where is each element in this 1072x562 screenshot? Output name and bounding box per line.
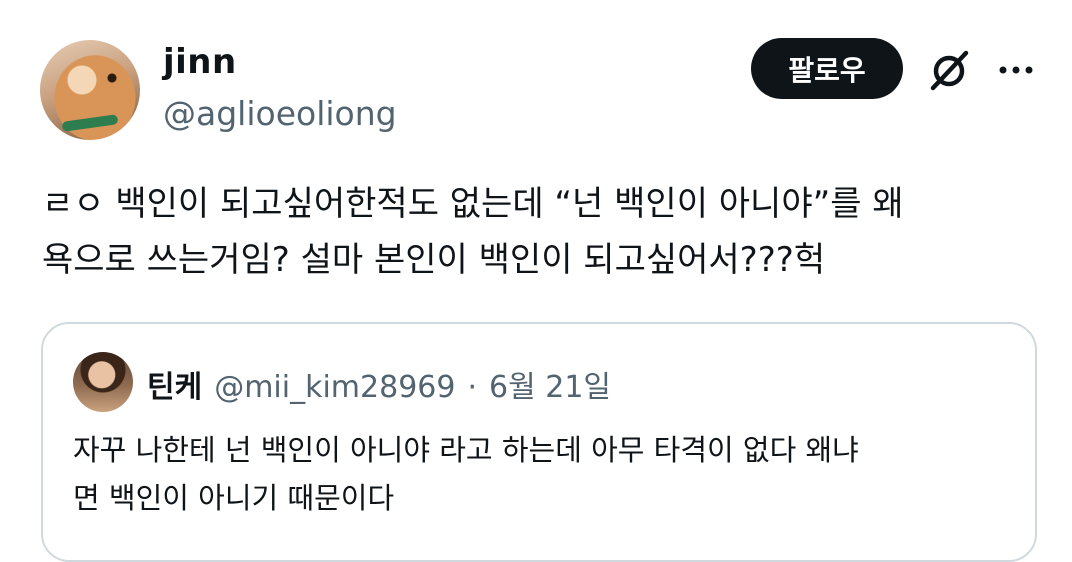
quoted-tweet[interactable]: 틴케 @mii_kim28969 · 6월 21일 자꾸 나한테 넌 백인이 아… — [41, 322, 1037, 562]
quoted-text: 자꾸 나한테 넌 백인이 아니야 라고 하는데 아무 타격이 없다 왜냐 면 백… — [73, 433, 859, 515]
quoted-separator: · — [467, 370, 478, 405]
follow-button[interactable]: 팔로우 — [751, 38, 903, 99]
quoted-date[interactable]: 6월 21일 — [489, 362, 611, 406]
quoted-header: 틴케 @mii_kim28969 · 6월 21일 — [147, 362, 611, 406]
tweet-text: ㄹㅇ 백인이 되고싶어한적도 없는데 “넌 백인이 아니야”를 왜 욕으로 쓰는… — [42, 184, 904, 280]
author-avatar[interactable] — [40, 40, 140, 140]
author-handle[interactable]: @aglioeoliong — [163, 94, 397, 133]
author-name[interactable]: jinn — [163, 42, 237, 82]
grok-icon[interactable] — [925, 46, 973, 94]
more-dots-icon[interactable] — [996, 58, 1036, 82]
avatar-collar — [61, 114, 119, 132]
quoted-author-handle[interactable]: @mii_kim28969 — [214, 370, 455, 405]
quoted-author-avatar[interactable] — [73, 352, 133, 412]
quoted-author-name[interactable]: 틴케 — [147, 362, 202, 406]
